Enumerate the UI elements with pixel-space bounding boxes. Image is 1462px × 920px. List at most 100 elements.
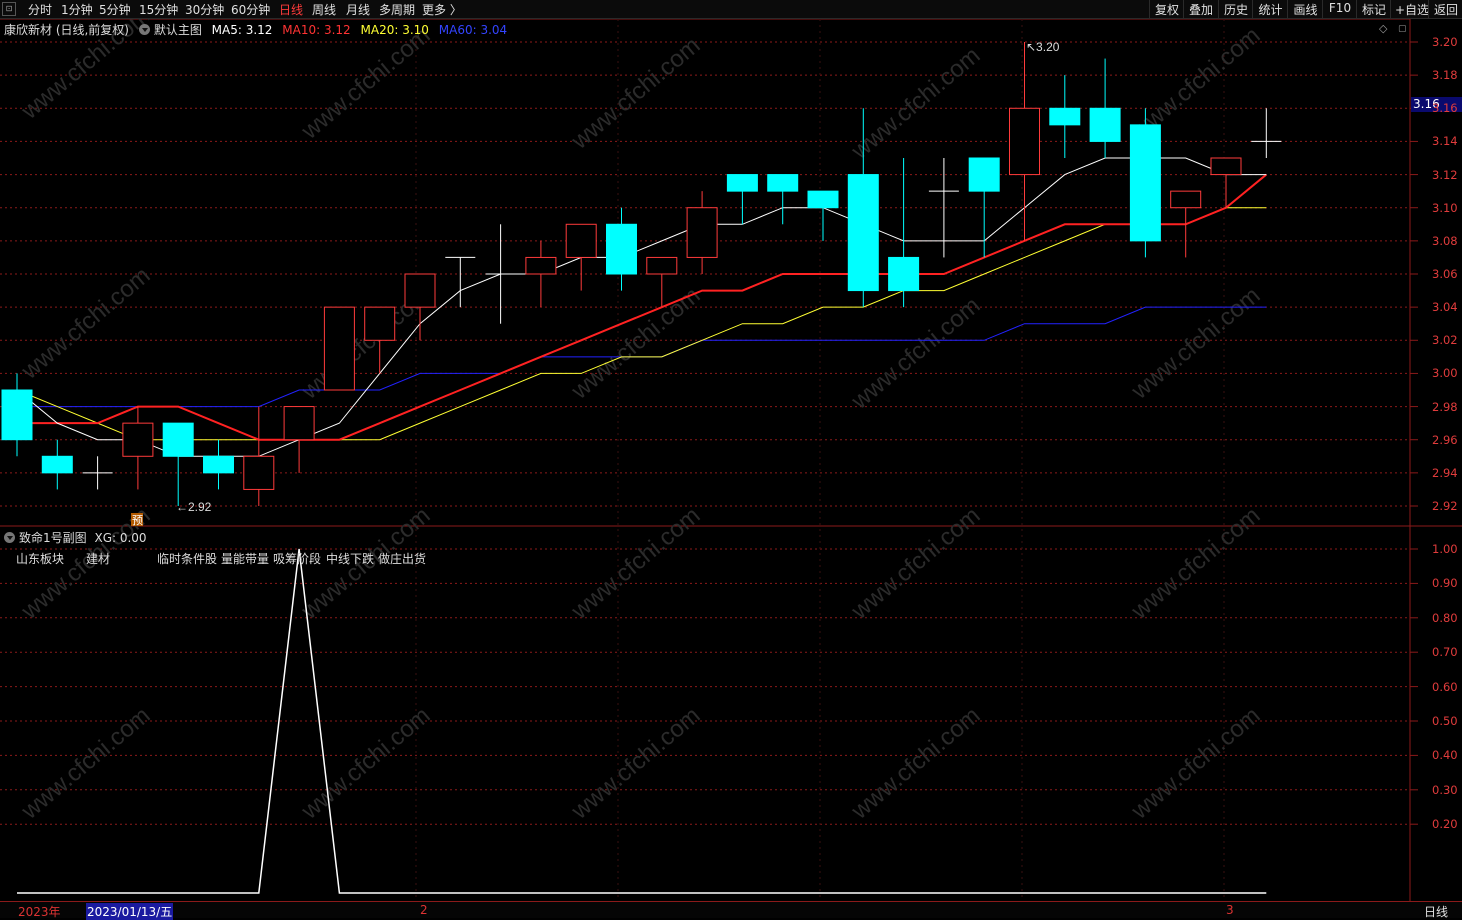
- watermark-text: www.cfchi.com: [846, 502, 986, 625]
- period-toolbar: ⊡ 分时 1分钟 5分钟 15分钟 30分钟 60分钟 日线 周线 月线 多周期 更多 〉 复权 叠加…: [0, 0, 1462, 19]
- sub-tick: 0.20: [1432, 817, 1458, 832]
- watermark-text: www.cfchi.com: [846, 292, 986, 415]
- sub-tick: 0.60: [1432, 679, 1458, 694]
- toolbar-button[interactable]: +自选: [1390, 0, 1433, 19]
- candle-body: [404, 273, 436, 308]
- sub-tick: 0.70: [1432, 645, 1458, 660]
- layout-toggle-icon[interactable]: ⊡: [2, 2, 16, 16]
- candle-body: [565, 223, 597, 258]
- month-label-2: 2: [420, 903, 428, 917]
- sub-chart-header: 致命1号副图 XG: 0.00: [4, 529, 147, 546]
- period-tab[interactable]: 周线: [312, 1, 336, 18]
- watermark-text: www.cfchi.com: [16, 702, 156, 825]
- stock-title[interactable]: 康欣新材 (日线,前复权): [4, 23, 129, 37]
- price-tick: 3.20: [1432, 35, 1458, 49]
- period-tab[interactable]: 分时: [28, 1, 52, 18]
- candle-body: [1210, 157, 1242, 176]
- high-annotation: ↖3.20: [1026, 40, 1060, 54]
- price-tick: 3.00: [1432, 366, 1458, 381]
- toolbar-button[interactable]: F10: [1322, 0, 1357, 19]
- price-tick: 3.08: [1432, 233, 1458, 248]
- toolbar-button[interactable]: 统计: [1252, 0, 1288, 19]
- tag-condition: 临时条件股: [157, 552, 218, 566]
- toolbar-button[interactable]: 复权: [1149, 0, 1184, 19]
- candle-body: [807, 190, 839, 209]
- diamond-icon[interactable]: ◇: [1379, 22, 1387, 35]
- ma60-value: MA60: 3.04: [438, 23, 508, 37]
- period-tab[interactable]: 30分钟: [185, 1, 224, 18]
- price-tick: 3.06: [1432, 267, 1458, 281]
- watermark-text: www.cfchi.com: [1126, 502, 1266, 625]
- candle-body: [364, 306, 396, 341]
- sub-tick: 0.90: [1432, 576, 1458, 591]
- candle-body: [525, 256, 557, 275]
- candle-body: [122, 422, 154, 457]
- candle-body: [686, 207, 718, 258]
- sub-tick: 1.00: [1432, 542, 1458, 556]
- candle-body: [606, 223, 637, 275]
- dropdown-icon[interactable]: [4, 532, 15, 543]
- tag-region: 山东板块: [16, 552, 65, 566]
- watermark-text: www.cfchi.com: [1126, 702, 1266, 825]
- price-tick: 3.16: [1432, 101, 1458, 116]
- price-tick: 2.98: [1432, 399, 1458, 414]
- toolbar-button[interactable]: 返回: [1428, 0, 1462, 19]
- chart-canvas[interactable]: www.cfchi.com www.cfchi.com www.cfchi.com w…: [0, 0, 1462, 917]
- sub-tick: 0.80: [1432, 610, 1458, 625]
- candle-body: [243, 455, 275, 490]
- tag-trend: 中线下跌: [326, 552, 375, 566]
- candle-body: [847, 174, 879, 292]
- candle-body: [1009, 107, 1040, 176]
- ma20-value: MA20: 3.10: [360, 23, 429, 37]
- candle-body: [203, 455, 234, 474]
- candle-body: [968, 157, 1000, 192]
- price-tick: 3.02: [1432, 333, 1458, 348]
- toolbar-button[interactable]: 画线: [1287, 0, 1323, 19]
- tag-industry: 建材: [86, 552, 111, 566]
- low-annotation: ←2.92: [176, 500, 212, 514]
- watermark-text: www.cfchi.com: [846, 702, 986, 825]
- candle-body: [41, 455, 73, 474]
- price-tick: 2.96: [1432, 432, 1458, 447]
- period-tab[interactable]: 月线: [346, 1, 370, 18]
- period-tab[interactable]: 1分钟: [61, 1, 93, 18]
- square-icon[interactable]: ▢: [1398, 24, 1407, 34]
- candle-body: [646, 256, 678, 275]
- watermark-text: www.cfchi.com: [296, 702, 436, 825]
- period-tab[interactable]: 更多 〉: [422, 1, 462, 18]
- price-tick: 3.10: [1432, 200, 1458, 215]
- period-tab[interactable]: 日线: [279, 1, 303, 18]
- sub-tick: 0.30: [1432, 782, 1458, 797]
- dropdown-icon[interactable]: [138, 24, 150, 35]
- candle-body: [1129, 124, 1161, 242]
- period-label[interactable]: 日线: [1424, 903, 1448, 920]
- sub-tick: 0.40: [1432, 748, 1458, 763]
- toolbar-button[interactable]: 叠加: [1183, 0, 1218, 19]
- candle-body: [162, 422, 194, 457]
- price-tick: 3.12: [1432, 167, 1458, 182]
- period-tab[interactable]: 多周期: [379, 1, 415, 18]
- toolbar-button[interactable]: 标记: [1356, 0, 1391, 19]
- watermark-text: www.cfchi.com: [846, 42, 986, 165]
- candle-body: [888, 256, 920, 292]
- pre-marker: 预: [132, 514, 143, 527]
- tag-stage: 吸筹阶段: [273, 552, 322, 566]
- candle-body: [1089, 107, 1121, 142]
- price-tick: 3.18: [1432, 68, 1458, 83]
- watermark-text: www.cfchi.com: [296, 22, 436, 145]
- tag-volume: 量能带量: [221, 552, 270, 566]
- period-tab[interactable]: 5分钟: [99, 1, 131, 18]
- sub-indicator-title[interactable]: 致命1号副图: [19, 531, 87, 545]
- price-tick: 2.92: [1432, 499, 1458, 513]
- indicator-select[interactable]: 默认主图: [138, 23, 202, 37]
- candle-body: [1, 389, 33, 441]
- price-tick: 3.14: [1432, 134, 1458, 149]
- watermark-text: www.cfchi.com: [566, 702, 706, 825]
- ma5-value: MA5: 3.12: [211, 23, 273, 37]
- period-tab[interactable]: 15分钟: [139, 1, 178, 18]
- selected-date: 2023/01/13/五: [86, 903, 174, 920]
- period-tab[interactable]: 60分钟: [231, 1, 270, 18]
- toolbar-button[interactable]: 历史: [1218, 0, 1253, 19]
- candle-body: [323, 306, 355, 391]
- month-label-3: 3: [1226, 903, 1234, 917]
